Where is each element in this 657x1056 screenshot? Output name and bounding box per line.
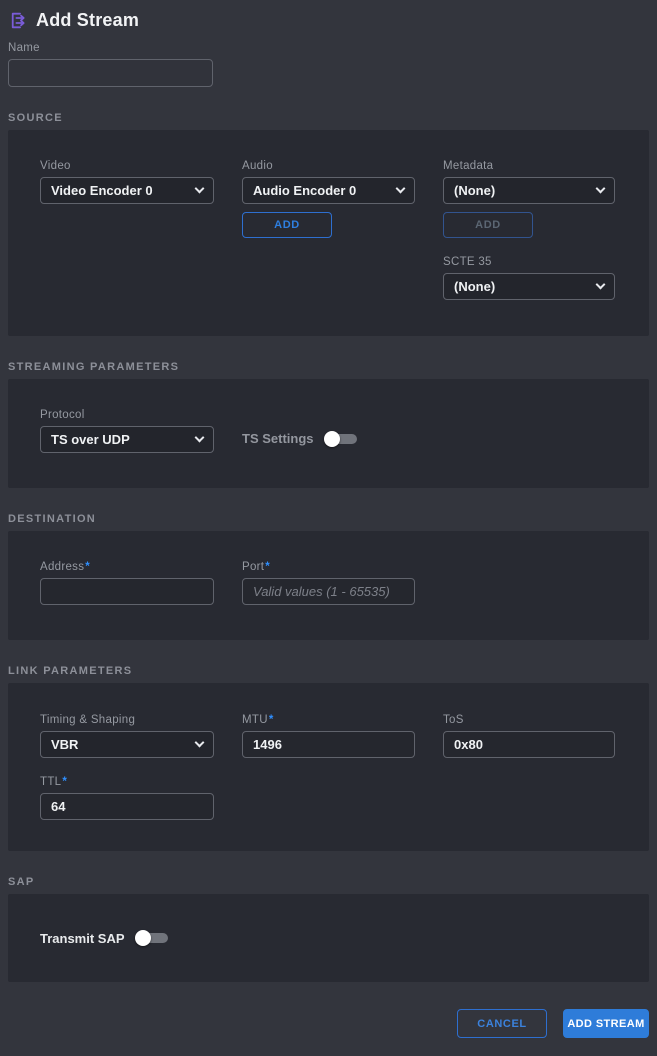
mtu-input[interactable] [242, 731, 415, 758]
tos-input[interactable] [443, 731, 615, 758]
scte35-label: SCTE 35 [443, 256, 615, 268]
page-header: Add Stream [0, 0, 657, 34]
section-title-destination: DESTINATION [8, 513, 649, 525]
name-label: Name [8, 42, 649, 54]
required-asterisk: * [265, 561, 270, 573]
link-parameters-panel: Timing & Shaping VBR MTU* ToS TTL* [8, 683, 649, 851]
address-column: Address* [40, 561, 214, 605]
required-asterisk: * [269, 714, 274, 726]
ts-settings-column: TS Settings [242, 409, 415, 452]
protocol-column: Protocol TS over UDP [40, 409, 214, 453]
chevron-down-icon [195, 184, 205, 194]
audio-column: Audio Audio Encoder 0 ADD [242, 160, 415, 300]
port-label: Port* [242, 561, 415, 573]
stream-out-icon [8, 10, 29, 31]
tos-column: ToS [443, 714, 615, 758]
chevron-down-icon [596, 280, 606, 290]
port-input[interactable] [242, 578, 415, 605]
scte35-select[interactable]: (None) [443, 273, 615, 300]
protocol-label: Protocol [40, 409, 214, 421]
section-title-sap: SAP [8, 876, 649, 888]
mtu-column: MTU* [242, 714, 415, 758]
required-asterisk: * [62, 776, 67, 788]
name-input[interactable] [8, 59, 213, 87]
timing-shaping-label: Timing & Shaping [40, 714, 214, 726]
address-input[interactable] [40, 578, 214, 605]
toggle-knob [135, 930, 151, 946]
add-metadata-button[interactable]: ADD [443, 212, 533, 238]
chevron-down-icon [396, 184, 406, 194]
required-asterisk: * [85, 561, 90, 573]
video-label: Video [40, 160, 214, 172]
section-title-streaming-parameters: STREAMING PARAMETERS [8, 361, 649, 373]
chevron-down-icon [195, 738, 205, 748]
port-column: Port* [242, 561, 415, 605]
ts-settings-label: TS Settings [242, 431, 314, 446]
tos-label: ToS [443, 714, 615, 726]
timing-shaping-column: Timing & Shaping VBR [40, 714, 214, 758]
section-title-link-parameters: LINK PARAMETERS [8, 665, 649, 677]
chevron-down-icon [596, 184, 606, 194]
sap-panel: Transmit SAP [8, 894, 649, 982]
audio-select[interactable]: Audio Encoder 0 [242, 177, 415, 204]
transmit-sap-row: Transmit SAP [40, 930, 169, 946]
timing-shaping-select-value: VBR [51, 737, 78, 752]
ttl-label: TTL* [40, 776, 214, 788]
video-select-value: Video Encoder 0 [51, 183, 153, 198]
section-title-source: SOURCE [8, 112, 649, 124]
protocol-select-value: TS over UDP [51, 432, 130, 447]
transmit-sap-toggle[interactable] [135, 930, 169, 946]
video-select[interactable]: Video Encoder 0 [40, 177, 214, 204]
ttl-column: TTL* [40, 776, 214, 820]
footer-actions: CANCEL ADD STREAM [0, 1009, 649, 1038]
ttl-input[interactable] [40, 793, 214, 820]
toggle-knob [324, 431, 340, 447]
metadata-select-value: (None) [454, 183, 495, 198]
source-panel: Video Video Encoder 0 Audio Audio Encode… [8, 130, 649, 336]
address-label: Address* [40, 561, 214, 573]
ts-settings-toggle[interactable] [324, 431, 358, 447]
add-stream-button[interactable]: ADD STREAM [563, 1009, 649, 1038]
destination-panel: Address* Port* [8, 531, 649, 640]
transmit-sap-label: Transmit SAP [40, 931, 125, 946]
metadata-select[interactable]: (None) [443, 177, 615, 204]
scte35-select-value: (None) [454, 279, 495, 294]
metadata-column: Metadata (None) ADD SCTE 35 (None) [443, 160, 615, 300]
protocol-select[interactable]: TS over UDP [40, 426, 214, 453]
name-field-group: Name [8, 42, 649, 87]
audio-label: Audio [242, 160, 415, 172]
video-column: Video Video Encoder 0 [40, 160, 214, 300]
mtu-label: MTU* [242, 714, 415, 726]
metadata-label: Metadata [443, 160, 615, 172]
streaming-parameters-panel: Protocol TS over UDP TS Settings [8, 379, 649, 488]
timing-shaping-select[interactable]: VBR [40, 731, 214, 758]
add-audio-button[interactable]: ADD [242, 212, 332, 238]
chevron-down-icon [195, 433, 205, 443]
audio-select-value: Audio Encoder 0 [253, 183, 356, 198]
cancel-button[interactable]: CANCEL [457, 1009, 547, 1038]
page-title: Add Stream [36, 10, 139, 31]
